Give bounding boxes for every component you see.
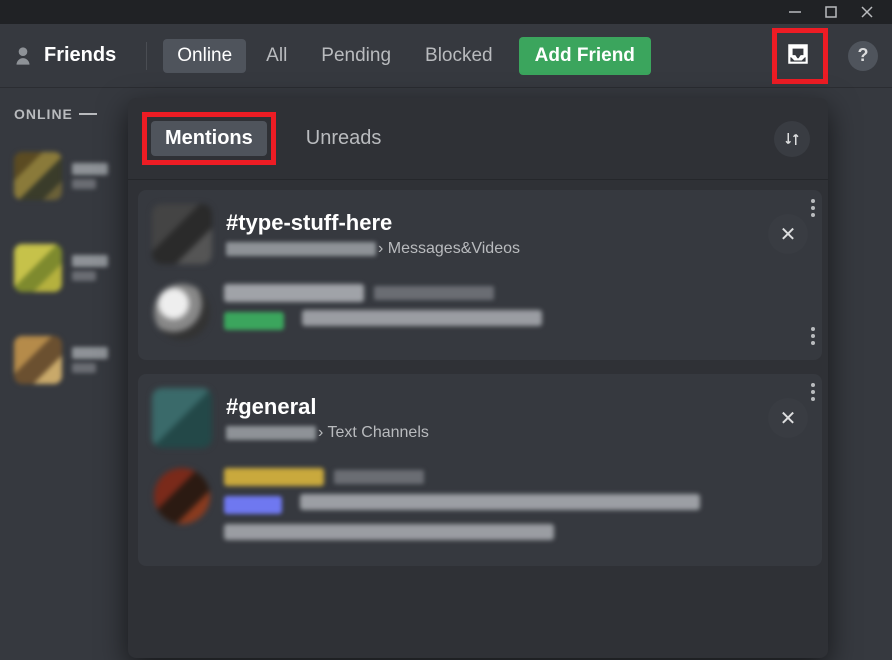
tab-blocked[interactable]: Blocked — [411, 39, 507, 73]
online-header-text: ONLINE — [14, 106, 73, 122]
inbox-item: #general › Text Channels ✕ — [138, 374, 822, 566]
channel-path-suffix: › Text Channels — [318, 424, 429, 442]
help-icon[interactable]: ? — [848, 41, 878, 71]
inbox-item: #type-stuff-here › Messages&Videos ✕ — [138, 190, 822, 360]
mention-message[interactable] — [152, 462, 808, 556]
channel-name[interactable]: #type-stuff-here — [226, 210, 520, 236]
add-friend-button[interactable]: Add Friend — [519, 37, 651, 75]
server-avatar — [152, 204, 212, 264]
window-minimize-button[interactable] — [788, 5, 802, 19]
inbox-item-more-icon[interactable] — [802, 196, 824, 220]
avatar — [14, 336, 62, 384]
avatar — [14, 152, 62, 200]
window-close-button[interactable] — [860, 5, 874, 19]
tab-online[interactable]: Online — [163, 39, 246, 73]
inbox-list[interactable]: #type-stuff-here › Messages&Videos ✕ — [128, 180, 828, 658]
inbox-item-close-button[interactable]: ✕ — [768, 398, 808, 438]
channel-name[interactable]: #general — [226, 394, 429, 420]
friends-header: Friends Online All Pending Blocked Add F… — [0, 24, 892, 88]
inbox-item-more-icon[interactable] — [802, 380, 824, 404]
avatar — [14, 244, 62, 292]
inbox-popup: Mentions Unreads #type-stuff-here — [128, 98, 828, 658]
channel-path: › Messages&Videos — [226, 240, 520, 258]
window-maximize-button[interactable] — [824, 5, 838, 19]
inbox-sort-button[interactable] — [774, 121, 810, 157]
tab-all[interactable]: All — [252, 39, 301, 73]
channel-path: › Text Channels — [226, 424, 429, 442]
dm-item[interactable] — [14, 152, 136, 200]
window-titlebar — [0, 0, 892, 24]
user-avatar — [154, 468, 210, 524]
inbox-icon[interactable] — [785, 41, 815, 71]
header-divider — [146, 42, 147, 70]
dm-column: ONLINE — [0, 88, 136, 660]
inbox-tabs: Mentions Unreads — [128, 98, 828, 180]
online-section-header: ONLINE — [14, 106, 136, 122]
friends-title: Friends — [44, 44, 116, 67]
dm-item[interactable] — [14, 244, 136, 292]
dm-item[interactable] — [14, 336, 136, 384]
friends-icon — [8, 44, 38, 68]
mention-message[interactable] — [152, 278, 808, 350]
inbox-tab-mentions[interactable]: Mentions — [151, 121, 267, 156]
inbox-item-more-icon[interactable] — [802, 324, 824, 348]
tab-pending[interactable]: Pending — [307, 39, 405, 73]
channel-path-suffix: › Messages&Videos — [378, 240, 520, 258]
online-header-dash — [79, 113, 97, 115]
server-avatar — [152, 388, 212, 448]
inbox-item-close-button[interactable]: ✕ — [768, 214, 808, 254]
inbox-tab-unreads[interactable]: Unreads — [292, 121, 396, 156]
user-avatar — [154, 284, 210, 340]
inbox-highlight — [772, 28, 828, 84]
mentions-highlight: Mentions — [142, 112, 276, 165]
